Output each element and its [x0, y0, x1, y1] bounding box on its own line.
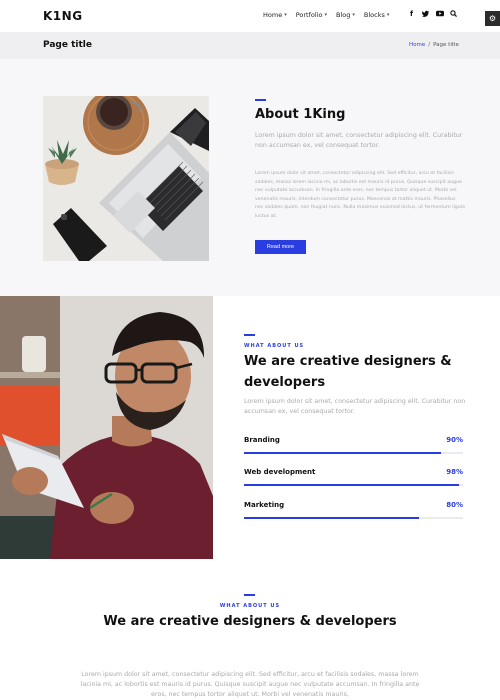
twitter-icon[interactable]: [421, 10, 429, 20]
section-heading: We are creative designers & developers: [103, 614, 397, 629]
about-section: About 1King Lorem ipsum dolor sit amet, …: [0, 59, 500, 296]
skill-progress-track: [244, 517, 463, 519]
skill-progress-fill: [244, 484, 459, 486]
about-body-text: Lorem ipsum dolor sit amet, consectetur …: [255, 171, 465, 219]
site-logo[interactable]: K1NG: [43, 9, 83, 23]
nav-item-label: Blog: [335, 11, 351, 19]
nav-item-label: Home: [263, 11, 283, 19]
main-nav: Home ▾ Portfolio ▾ Blog ▾ Blocks ▾: [263, 11, 389, 19]
chevron-down-icon: ▾: [386, 12, 390, 18]
search-icon[interactable]: [450, 10, 457, 20]
nav-item-label: Blocks: [363, 11, 385, 19]
breadcrumb-separator: /: [428, 42, 431, 48]
about-heading-accent: [255, 99, 266, 101]
skill-percent: 98%: [446, 468, 463, 476]
chevron-down-icon: ▾: [284, 12, 287, 18]
chevron-down-icon: ▾: [324, 12, 327, 18]
read-more-button[interactable]: Read more: [255, 240, 306, 254]
site-header: K1NG Home ▾ Portfolio ▾ Blog ▾ Blocks ▾ …: [0, 0, 500, 32]
skills-lead-text: Lorem ipsum dolor sit amet, consectetur …: [244, 398, 466, 415]
page-title-bar: Page title Home / Page title: [0, 32, 500, 59]
nav-item-blocks[interactable]: Blocks ▾: [364, 11, 389, 19]
skill-name: Branding: [244, 436, 280, 444]
breadcrumb-home-link[interactable]: Home: [409, 42, 425, 48]
section-heading-accent: [244, 594, 255, 596]
section-body-text: Lorem ipsum dolor sit amet, consectetur …: [80, 671, 420, 698]
desk-workspace-image: [43, 96, 209, 261]
section-eyebrow: WHAT ABOUT US: [244, 343, 305, 349]
header-icons: f: [408, 10, 457, 20]
skill-name: Marketing: [244, 501, 285, 509]
about-us-section: WHAT ABOUT US We are creative designers …: [0, 559, 500, 700]
breadcrumb-current: Page title: [433, 42, 459, 48]
skill-name: Web development: [244, 468, 316, 476]
breadcrumb: Home / Page title: [409, 42, 459, 48]
designer-portrait-image: [0, 296, 213, 559]
nav-item-home[interactable]: Home ▾: [263, 11, 287, 19]
skill-progress-track: [244, 452, 463, 454]
skills-heading: We are creative designers & developers: [244, 354, 452, 390]
chevron-down-icon: ▾: [352, 12, 355, 18]
nav-item-label: Portfolio: [295, 11, 323, 19]
skill-percent: 80%: [446, 501, 463, 509]
skill-percent: 90%: [446, 436, 463, 444]
gear-icon[interactable]: ⚙: [485, 11, 500, 26]
skills-heading-accent: [244, 334, 255, 336]
nav-item-blog[interactable]: Blog ▾: [336, 11, 355, 19]
skill-progress-track: [244, 484, 463, 486]
about-heading: About 1King: [255, 107, 346, 122]
skill-progress-fill: [244, 517, 420, 519]
facebook-icon[interactable]: f: [408, 10, 415, 20]
nav-item-portfolio[interactable]: Portfolio ▾: [296, 11, 327, 19]
skill-progress-fill: [244, 452, 442, 454]
youtube-icon[interactable]: [436, 10, 444, 20]
about-lead-text: Lorem ipsum dolor sit amet, consectetur …: [255, 132, 463, 149]
section-eyebrow: WHAT ABOUT US: [219, 603, 281, 609]
page-title: Page title: [43, 40, 92, 50]
skills-section: WHAT ABOUT US We are creative designers …: [0, 296, 500, 559]
